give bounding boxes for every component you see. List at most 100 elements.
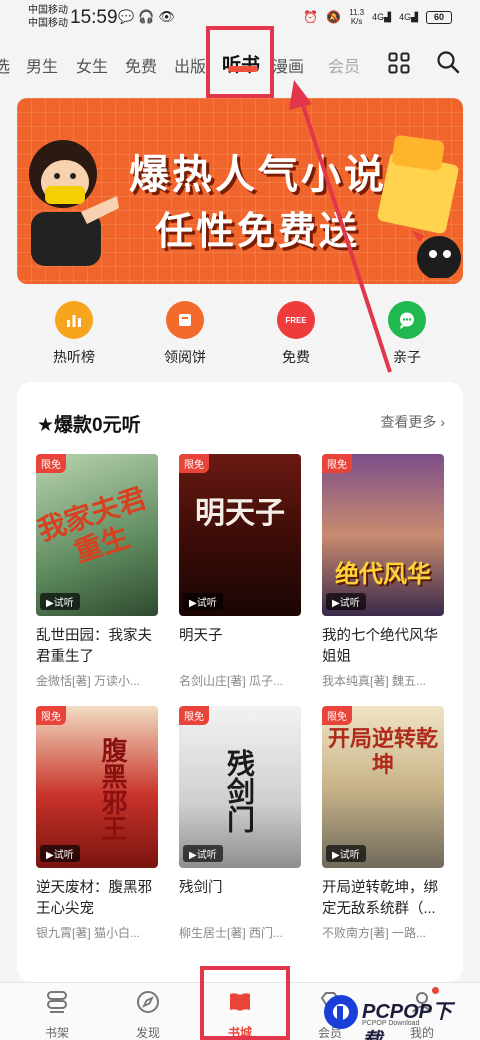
preview-badge[interactable]: ▶试听 (183, 845, 223, 862)
book-cover[interactable]: 绝代风华 限免 ▶试听 (322, 454, 444, 616)
cover-art-text: 绝代风华 (335, 559, 431, 588)
free-badge: 限免 (36, 454, 66, 473)
book-author: 银九霄[著] 猫小白... (36, 926, 141, 940)
cover-art-text: 残剑门 (223, 749, 256, 833)
book-title[interactable]: 开局逆转乾坤，绑定无敌系统群（... (322, 878, 444, 920)
free-badge: 限免 (322, 454, 352, 473)
quick-link-coupon[interactable]: 领阅饼 (140, 298, 230, 367)
preview-badge[interactable]: ▶试听 (40, 593, 80, 610)
tab-partial[interactable]: 选 (0, 53, 10, 77)
active-tab-underline (228, 66, 258, 72)
banner-title: 爆热人气小说 (129, 153, 387, 197)
bottom-tab-label: 书城 (227, 1026, 252, 1040)
play-icon: ▶ (332, 850, 340, 861)
net-speed: 11.3 K/s (349, 8, 364, 26)
tab-male[interactable]: 男生 (26, 53, 58, 77)
tab-publish[interactable]: 出版 (174, 53, 206, 77)
search-icon[interactable] (436, 50, 460, 74)
preview-badge[interactable]: ▶试听 (40, 845, 80, 862)
book-cover[interactable]: 明天子 限免 ▶试听 (179, 454, 301, 616)
tab-comic[interactable]: 漫画 (272, 53, 304, 77)
carrier-label-2: 中国移动 (28, 18, 68, 29)
see-more-link[interactable]: 查看更多 › (380, 412, 445, 432)
watermark: PCPOP下载 PCPOP Download (322, 990, 472, 1040)
preview-badge[interactable]: ▶试听 (326, 845, 366, 862)
book-item[interactable]: 绝代风华 限免 ▶试听 我的七个绝代风华姐姐 我本纯真[著] 魏五... (322, 454, 444, 689)
message-icon: 💬 (118, 9, 139, 24)
watermark-text: PCPOP下载 (362, 1001, 453, 1040)
carrier-label-1: 中国移动 (28, 5, 68, 16)
book-icon (230, 993, 250, 1011)
book-item[interactable]: 明天子 限免 ▶试听 明天子 名剑山庄[著] 瓜子... (179, 454, 301, 689)
quick-link-parenting[interactable]: 亲子 (362, 298, 452, 367)
quick-link-hot-chart[interactable]: 热听榜 (29, 298, 119, 367)
book-item[interactable]: 我家夫君重生 限免 ▶试听 乱世田园：我家夫君重生了 金微恬[著] 万读小... (36, 454, 158, 689)
quick-link-free[interactable]: FREE 免费 (251, 298, 341, 367)
book-item[interactable]: 开局逆转乾坤 限免 ▶试听 开局逆转乾坤，绑定无敌系统群（... 不败南方[著]… (322, 706, 444, 941)
coupon-icon (166, 301, 204, 339)
book-author: 金微恬[著] 万读小... (36, 674, 141, 688)
section-title: ★爆款0元听 (37, 415, 141, 436)
book-title[interactable]: 逆天废材：腹黑邪王心尖宠 (36, 878, 158, 920)
category-grid-icon[interactable] (388, 52, 410, 74)
book-title[interactable]: 乱世田园：我家夫君重生了 (36, 626, 158, 668)
book-title[interactable]: 残剑门 (179, 878, 301, 920)
compass-icon (137, 991, 159, 1013)
book-title[interactable]: 明天子 (179, 626, 301, 668)
play-icon: ▶ (46, 850, 54, 861)
bottom-tab-label: 书架 (44, 1026, 69, 1040)
bottom-tab-discover[interactable]: 发现 (118, 989, 178, 1040)
net-speed-value: 11.3 (349, 8, 365, 17)
quick-links-row: 热听榜 领阅饼 FREE 免费 亲子 (0, 298, 480, 370)
quick-link-label: 领阅饼 (164, 349, 206, 365)
book-author: 名剑山庄[著] 瓜子... (179, 674, 284, 688)
book-cover[interactable]: 腹黑邪王 限免 ▶试听 (36, 706, 158, 868)
status-bar: 中国移动 中国移动 15:59 💬🎧👁 ⏰ 🔕 11.3 K/s 4G▟ 4G▟… (0, 0, 480, 36)
eye-icon: 👁 (158, 9, 179, 24)
free-badge: 限免 (36, 706, 66, 725)
free-badge: 限免 (322, 706, 352, 725)
bottom-tab-label: 发现 (135, 1026, 160, 1040)
book-item[interactable]: 腹黑邪王 限免 ▶试听 逆天废材：腹黑邪王心尖宠 银九霄[著] 猫小白... (36, 706, 158, 941)
bar-chart-icon (55, 301, 93, 339)
tab-audiobook[interactable]: 听书 (222, 50, 260, 77)
book-cover[interactable]: 我家夫君重生 限免 ▶试听 (36, 454, 158, 616)
cover-art-text: 我家夫君重生 (36, 481, 151, 570)
book-item[interactable]: 残剑门 限免 ▶试听 残剑门 柳生居士[著] 西门... (179, 706, 301, 941)
cover-art-text: 开局逆转乾坤 (327, 726, 438, 778)
book-title[interactable]: 我的七个绝代风华姐姐 (322, 626, 444, 668)
tab-female[interactable]: 女生 (76, 53, 108, 77)
signal-1: 4G▟ (372, 11, 392, 22)
preview-badge[interactable]: ▶试听 (183, 593, 223, 610)
play-icon: ▶ (332, 598, 340, 609)
promo-banner[interactable]: 爆热人气小说 任性免费送 (17, 98, 463, 284)
tab-free[interactable]: 免费 (125, 53, 157, 77)
free-badge: 限免 (179, 706, 209, 725)
notification-icons: 💬🎧👁 (118, 9, 179, 25)
headphones-icon: 🎧 (138, 9, 159, 24)
free-listen-section: ★爆款0元听 查看更多 › 我家夫君重生 限免 ▶试听 乱世田园：我家夫君重生了… (17, 382, 463, 982)
battery-icon: 60 (426, 10, 452, 24)
bottom-tab-bookstore[interactable]: 书城 (210, 989, 270, 1040)
banner-subtitle: 任性免费送 (155, 211, 361, 253)
play-icon: ▶ (46, 598, 54, 609)
book-author: 我本纯真[著] 魏五... (322, 674, 427, 688)
bookshelf-icon (47, 991, 67, 1013)
bottom-tab-bookshelf[interactable]: 书架 (27, 989, 87, 1040)
chevron-right-icon: › (440, 414, 445, 430)
tab-member[interactable]: 会员 (328, 53, 360, 77)
free-badge: 限免 (179, 454, 209, 473)
book-cover[interactable]: 开局逆转乾坤 限免 ▶试听 (322, 706, 444, 868)
play-icon: ▶ (189, 850, 197, 861)
quick-link-label: 亲子 (393, 349, 421, 365)
preview-badge[interactable]: ▶试听 (326, 593, 366, 610)
book-cover[interactable]: 残剑门 限免 ▶试听 (179, 706, 301, 868)
net-speed-unit: K/s (350, 17, 363, 26)
chat-bubble-icon (388, 301, 426, 339)
watermark-logo-icon (324, 995, 358, 1029)
quick-link-label: 热听榜 (53, 349, 95, 365)
watermark-subtext: PCPOP Download (362, 1020, 420, 1027)
alarm-icon: ⏰ (303, 10, 319, 24)
free-icon: FREE (277, 301, 315, 339)
book-author: 不败南方[著] 一路... (322, 926, 427, 940)
